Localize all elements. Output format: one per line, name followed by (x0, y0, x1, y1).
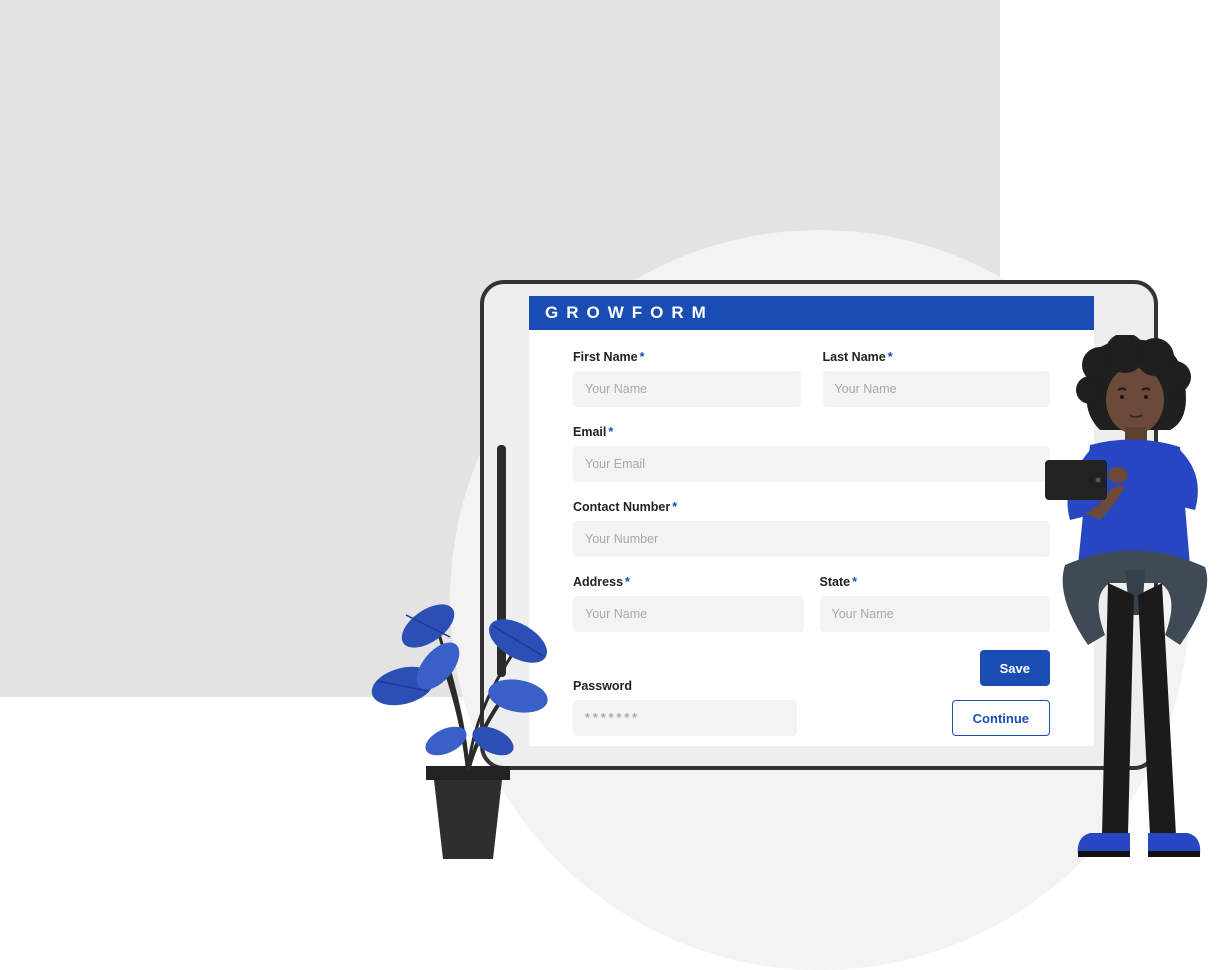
address-input[interactable] (573, 596, 804, 632)
contact-number-label: Contact Number* (573, 500, 1050, 514)
person-illustration (1030, 335, 1226, 875)
contact-number-input[interactable] (573, 521, 1050, 557)
brand-text: GROWFORM (545, 303, 714, 323)
form-brand-header: GROWFORM (529, 296, 1094, 330)
form-body: First Name* Last Name* Email* (529, 330, 1094, 746)
password-label: Password (573, 679, 797, 693)
email-input[interactable] (573, 446, 1050, 482)
email-label: Email* (573, 425, 1050, 439)
last-name-input[interactable] (823, 371, 1051, 407)
password-input[interactable] (573, 700, 797, 736)
first-name-label: First Name* (573, 350, 801, 364)
address-label: Address* (573, 575, 804, 589)
first-name-input[interactable] (573, 371, 801, 407)
plant-illustration (368, 571, 568, 871)
last-name-label: Last Name* (823, 350, 1051, 364)
state-input[interactable] (820, 596, 1051, 632)
state-label: State* (820, 575, 1051, 589)
form-card: GROWFORM First Name* Last Name* (529, 296, 1094, 746)
